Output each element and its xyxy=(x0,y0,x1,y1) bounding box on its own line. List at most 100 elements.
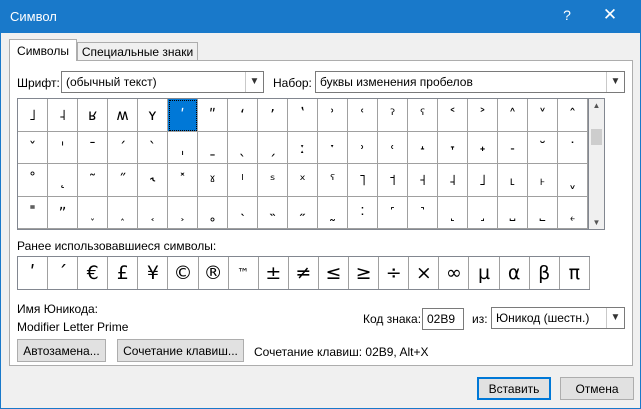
tab-special-characters[interactable]: Специальные знаки xyxy=(77,42,198,61)
recent-symbol-cell[interactable]: © xyxy=(169,257,199,289)
recent-symbol-cell[interactable]: ÷ xyxy=(379,257,410,289)
symbol-cell[interactable]: ˀ xyxy=(378,99,408,132)
symbol-cell[interactable]: ˞ xyxy=(138,164,168,197)
symbol-cell[interactable]: ˰ xyxy=(108,196,138,229)
symbol-cell[interactable]: ˧ xyxy=(408,164,438,197)
symbol-cell[interactable]: ˏ xyxy=(258,131,288,164)
symbol-cell[interactable]: ˫ xyxy=(528,164,558,197)
symbol-cell[interactable]: ˴ xyxy=(228,196,258,229)
symbol-cell[interactable]: ˡ xyxy=(228,164,258,197)
symbol-cell[interactable]: ˤ xyxy=(318,164,348,197)
symbol-cell[interactable]: ˨ xyxy=(438,164,468,197)
symbol-cell[interactable]: ˢ xyxy=(258,164,288,197)
symbol-cell[interactable]: ˣ xyxy=(288,164,318,197)
symbol-cell[interactable]: ˉ xyxy=(78,131,108,164)
symbol-cell[interactable]: ˈ xyxy=(48,131,78,164)
symbol-cell[interactable]: ˽ xyxy=(498,196,528,229)
symbol-cell[interactable]: ˱ xyxy=(138,196,168,229)
symbol-cell[interactable]: ˳ xyxy=(198,196,228,229)
symbol-cell[interactable]: ˬ xyxy=(558,164,588,197)
symbol-cell[interactable]: ˆ xyxy=(558,99,588,132)
symbol-cell[interactable]: ˹ xyxy=(378,196,408,229)
symbol-cell[interactable]: ˍ xyxy=(198,131,228,164)
tab-symbols[interactable]: Символы xyxy=(9,39,77,61)
symbol-cell[interactable]: ʾ xyxy=(318,99,348,132)
symbol-cell[interactable]: ˸ xyxy=(348,196,378,229)
symbol-cell[interactable]: ˔ xyxy=(408,131,438,164)
symbol-cell[interactable]: ˿ xyxy=(558,196,588,229)
recent-symbol-cell[interactable]: ≥ xyxy=(349,257,380,289)
recent-symbol-cell[interactable]: ® xyxy=(199,257,229,289)
symbol-cell[interactable]: ˎ xyxy=(228,131,258,164)
close-icon[interactable]: ✕ xyxy=(598,5,622,25)
symbol-cell[interactable]: ʍ xyxy=(108,99,138,132)
symbol-cell[interactable]: ˦ xyxy=(378,164,408,197)
symbol-cell[interactable]: ˖ xyxy=(468,131,498,164)
symbol-cell[interactable]: ˟ xyxy=(168,164,198,197)
symbol-cell[interactable]: ˮ xyxy=(48,196,78,229)
symbol-cell[interactable]: ˭ xyxy=(18,196,48,229)
scroll-thumb[interactable] xyxy=(591,129,602,145)
from-select[interactable]: Юникод (шестн.) ▼ xyxy=(491,307,625,329)
symbol-cell[interactable]: ˙ xyxy=(558,131,588,164)
font-select[interactable]: (обычный текст) ▼ xyxy=(61,71,264,93)
symbol-cell[interactable]: ʿ xyxy=(348,99,378,132)
recent-symbol-cell[interactable]: × xyxy=(409,257,440,289)
symbol-cell[interactable]: ː xyxy=(288,131,318,164)
symbol-cell[interactable]: ˾ xyxy=(528,196,558,229)
symbol-cell[interactable]: ˻ xyxy=(438,196,468,229)
symbol-cell[interactable]: ˜ xyxy=(78,164,108,197)
symbol-cell[interactable]: ˝ xyxy=(108,164,138,197)
recent-symbol-cell[interactable]: β xyxy=(530,257,560,289)
symbol-cell[interactable]: ˛ xyxy=(48,164,78,197)
symbol-cell[interactable]: ˼ xyxy=(468,196,498,229)
recent-symbol-cell[interactable]: α xyxy=(500,257,530,289)
symbol-cell[interactable]: ʻ xyxy=(228,99,258,132)
symbol-grid-scrollbar[interactable]: ▲ ▼ xyxy=(589,98,605,230)
recent-symbol-cell[interactable]: ¥ xyxy=(138,257,169,289)
recent-symbol-cell[interactable]: ± xyxy=(259,257,289,289)
scroll-up-icon[interactable]: ▲ xyxy=(589,101,604,110)
recent-symbol-cell[interactable]: ˊ xyxy=(48,257,79,289)
recent-symbol-cell[interactable]: £ xyxy=(108,257,139,289)
symbol-cell[interactable]: ˘ xyxy=(528,131,558,164)
symbol-cell[interactable]: ʺ xyxy=(198,99,228,132)
symbol-cell[interactable]: ˗ xyxy=(498,131,528,164)
symbol-cell[interactable]: ˌ xyxy=(168,131,198,164)
symbol-cell[interactable]: ˯ xyxy=(78,196,108,229)
shortcut-key-button[interactable]: Сочетание клавиш... xyxy=(117,339,244,362)
symbol-cell[interactable]: ˷ xyxy=(318,196,348,229)
symbol-cell[interactable]: ˕ xyxy=(438,131,468,164)
insert-button[interactable]: Вставить xyxy=(477,377,551,400)
symbol-cell[interactable]: ˇ xyxy=(18,131,48,164)
char-code-input[interactable]: 02B9 xyxy=(422,308,464,330)
autocorrect-button[interactable]: Автозамена... xyxy=(17,339,106,362)
subset-select[interactable]: буквы изменения пробелов ▼ xyxy=(315,71,625,93)
symbol-cell[interactable]: ˒ xyxy=(348,131,378,164)
recent-symbol-cell[interactable]: ≤ xyxy=(319,257,349,289)
symbol-cell[interactable]: ˊ xyxy=(108,131,138,164)
cancel-button[interactable]: Отмена xyxy=(560,377,634,400)
symbol-cell[interactable]: ˩ xyxy=(18,99,48,132)
recent-symbol-cell[interactable]: ™ xyxy=(229,257,259,289)
scroll-down-icon[interactable]: ▼ xyxy=(589,218,604,227)
symbol-cell[interactable]: ˨ xyxy=(48,99,78,132)
symbol-cell[interactable]: ˶ xyxy=(288,196,318,229)
recent-symbol-cell[interactable]: µ xyxy=(470,257,500,289)
symbol-cell[interactable]: ˅ xyxy=(528,99,558,132)
symbol-cell[interactable]: ʽ xyxy=(288,99,318,132)
symbol-cell[interactable]: ˺ xyxy=(408,196,438,229)
recent-symbol-cell[interactable]: ʹ xyxy=(18,257,48,289)
symbol-cell[interactable]: ˩ xyxy=(468,164,498,197)
symbol-cell[interactable]: ˪ xyxy=(498,164,528,197)
symbol-cell[interactable]: ˲ xyxy=(168,196,198,229)
symbol-cell[interactable]: ˥ xyxy=(348,164,378,197)
symbol-cell[interactable]: ˵ xyxy=(258,196,288,229)
symbol-cell[interactable]: ˓ xyxy=(378,131,408,164)
symbol-cell[interactable]: ˂ xyxy=(438,99,468,132)
symbol-cell[interactable]: ˑ xyxy=(318,131,348,164)
symbol-cell[interactable]: ʼ xyxy=(258,99,288,132)
symbol-cell[interactable]: ˄ xyxy=(498,99,528,132)
symbol-cell[interactable]: ˠ xyxy=(198,164,228,197)
recent-symbol-cell[interactable]: π xyxy=(560,257,590,289)
